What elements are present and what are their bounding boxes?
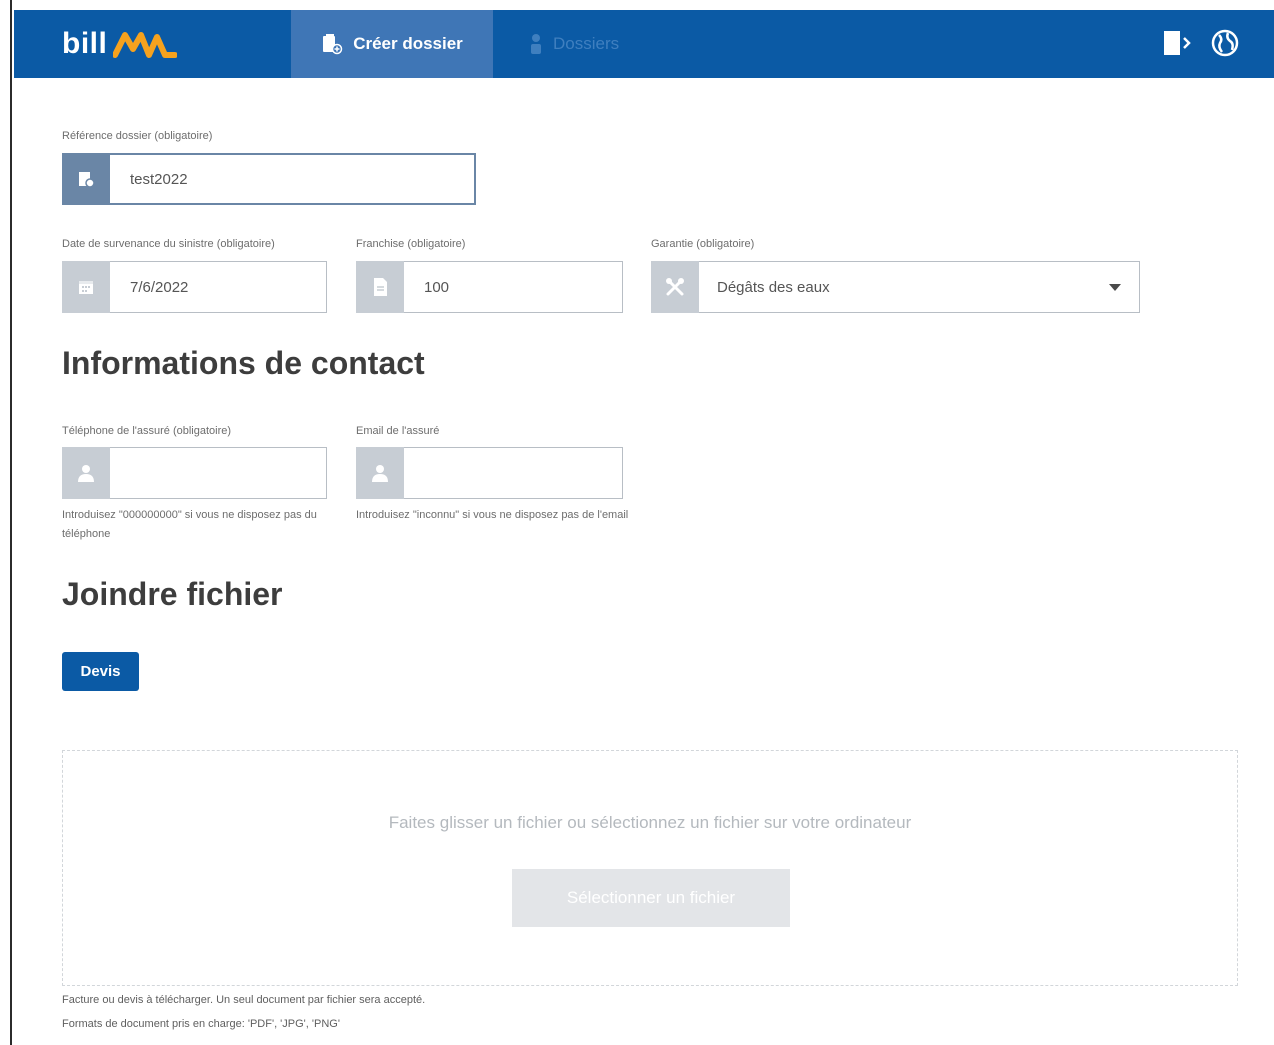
dropzone-text: Faites glisser un fichier ou sélectionne… <box>388 813 912 832</box>
email-input[interactable] <box>422 463 606 483</box>
brand-logo[interactable]: bill <box>62 24 178 64</box>
garantie-select[interactable]: Dégâts des eaux <box>699 261 1140 313</box>
phone-help-text: Introduisez "000000000" si vous ne dispo… <box>62 509 317 540</box>
folder-add-icon <box>323 34 343 55</box>
email-field <box>356 447 623 499</box>
tools-icon <box>651 261 699 313</box>
folder-icon <box>62 153 110 205</box>
tab-create-dossier[interactable]: Créer dossier <box>291 10 493 78</box>
upload-note: Facture ou devis à télécharger. Un seul … <box>62 994 426 1006</box>
devis-button[interactable]: Devis <box>62 652 139 691</box>
email-label: Email de l'assuré <box>356 425 440 437</box>
email-help-text: Introduisez "inconnu" si vous ne dispose… <box>356 509 629 521</box>
date-field <box>62 261 327 313</box>
email-input-box[interactable] <box>404 447 623 499</box>
phone-input[interactable] <box>128 463 311 483</box>
garantie-field: Dégâts des eaux <box>651 261 1140 313</box>
contact-heading: Informations de contact <box>62 345 425 381</box>
top-navigation-bar: bill Créer dossier Dossiers <box>14 10 1274 78</box>
garantie-selected-value: Dégâts des eaux <box>717 278 830 296</box>
franchise-input-box[interactable] <box>404 261 623 313</box>
attach-heading: Joindre fichier <box>62 576 283 612</box>
chevron-down-icon <box>1109 284 1121 291</box>
franchise-label: Franchise (obligatoire) <box>356 238 466 250</box>
brand-text: bill <box>62 27 108 60</box>
logout-icon[interactable] <box>1162 28 1192 58</box>
reference-field <box>62 153 476 205</box>
garantie-label: Garantie (obligatoire) <box>651 238 755 250</box>
select-file-button[interactable]: Sélectionner un fichier <box>512 869 790 927</box>
reference-label: Référence dossier (obligatoire) <box>62 130 213 142</box>
document-icon <box>356 261 404 313</box>
calendar-icon <box>62 261 110 313</box>
tab-create-dossier-label: Créer dossier <box>353 34 463 53</box>
globe-icon[interactable] <box>1210 28 1240 58</box>
date-input[interactable] <box>128 277 311 297</box>
tab-dossiers[interactable]: Dossiers <box>529 10 669 78</box>
reference-input[interactable] <box>128 169 444 189</box>
franchise-field <box>356 261 623 313</box>
brand-mark-icon <box>113 32 178 58</box>
window-left-edge <box>0 0 14 1045</box>
user-icon <box>62 447 110 499</box>
header-actions <box>1162 28 1240 58</box>
date-label: Date de survenance du sinistre (obligato… <box>62 238 275 250</box>
reference-input-box[interactable] <box>110 153 476 205</box>
dossiers-icon <box>531 34 541 54</box>
phone-input-box[interactable] <box>110 447 327 499</box>
phone-label: Téléphone de l'assuré (obligatoire) <box>62 425 232 437</box>
file-dropzone[interactable]: Faites glisser un fichier ou sélectionne… <box>62 750 1238 986</box>
franchise-input[interactable] <box>422 277 606 297</box>
formats-note: Formats de document pris en charge: 'PDF… <box>62 1018 340 1030</box>
user-icon <box>356 447 404 499</box>
phone-field <box>62 447 327 499</box>
tab-dossiers-label: Dossiers <box>553 34 620 53</box>
date-input-box[interactable] <box>110 261 327 313</box>
